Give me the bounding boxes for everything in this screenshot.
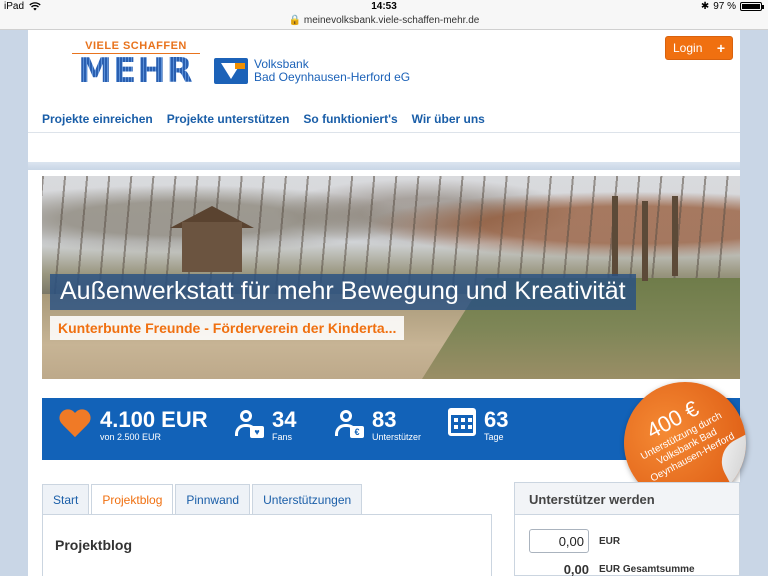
tab-projektblog[interactable]: Projektblog [91,484,174,515]
plus-icon: + [716,40,725,56]
battery-icon [740,2,764,11]
tab-panel: Projektblog [42,514,492,576]
header-shadow [28,162,740,170]
supporters-label: Unterstützer [372,432,422,442]
header-divider [28,132,740,133]
supporter-person-icon: € [334,408,364,438]
stat-days: 63 Tage [448,408,508,443]
heart-icon [58,408,92,440]
supporters-count: 83 [372,407,397,432]
heart-badge-icon: ♥ [250,426,264,438]
login-button[interactable]: Login + [665,36,733,60]
tab-pinnwand[interactable]: Pinnwand [175,484,251,514]
amount-goal: von 2.500 EUR [100,432,162,442]
hero-climbing-frame [612,196,618,276]
days-count: 63 [484,407,509,432]
bluetooth-icon: ✱ [700,1,710,12]
ios-status-bar: iPad 14:53 ✱ 97 % [0,0,768,14]
project-tabs: Start Projektblog Pinnwand Unterstützung… [42,484,364,515]
volksbank-mark-icon [214,58,248,84]
nav-so-funktionierts[interactable]: So funktioniert's [303,112,397,126]
support-total-value: 0,00 [563,562,589,576]
page-frame: VIELE SCHAFFEN MEHR Volksbank Bad Oeynha… [28,30,768,576]
battery-percent: 97 % [713,1,736,12]
support-heading: Unterstützer werden [515,483,739,515]
fan-person-icon: ♥ [234,408,264,438]
support-total-label: EUR Gesamtsumme [599,564,695,575]
euro-badge-icon: € [350,426,364,438]
stat-supporters[interactable]: € 83 Unterstützer [334,408,421,443]
volksbank-name: Volksbank Bad Oeynhausen-Herford eG [254,58,410,84]
nav-wir-ueber-uns[interactable]: Wir über uns [412,112,485,126]
bank-line-2: Bad Oeynhausen-Herford eG [254,70,411,84]
support-amount-row: EUR [529,529,620,553]
support-total-row: 0,00 EUR Gesamtsumme [529,562,695,576]
nav-projekte-unterstuetzen[interactable]: Projekte unterstützen [167,112,290,126]
project-title: Außenwerkstatt für mehr Bewegung und Kre… [50,274,636,310]
calendar-icon [448,408,476,436]
support-amount-input[interactable] [529,529,589,553]
url-text: meinevolksbank.viele-schaffen-mehr.de [303,15,480,26]
project-organization[interactable]: Kunterbunte Freunde - Förderverein der K… [50,316,405,340]
logo-word: MEHR [72,54,200,88]
clock: 14:53 [371,1,397,12]
fans-label: Fans [272,432,293,442]
support-amount-unit: EUR [599,535,621,547]
login-label: Login [673,41,703,55]
status-right: ✱ 97 % [700,1,764,12]
stat-fans[interactable]: ♥ 34 Fans [234,408,296,443]
days-label: Tage [484,432,504,442]
project-hero-image: Außenwerkstatt für mehr Bewegung und Kre… [42,176,740,379]
lock-icon: 🔒 [288,15,302,26]
project-content: Start Projektblog Pinnwand Unterstützung… [42,484,492,576]
address-bar[interactable]: 🔒 meinevolksbank.viele-schaffen-mehr.de [0,14,768,30]
support-widget: Unterstützer werden EUR 0,00 EUR Gesamts… [514,482,740,576]
main-nav: Projekte einreichen Projekte unterstütze… [42,112,485,126]
nav-projekte-einreichen[interactable]: Projekte einreichen [42,112,153,126]
volksbank-logo[interactable]: Volksbank Bad Oeynhausen-Herford eG [214,58,410,84]
tab-start[interactable]: Start [42,484,90,514]
hero-playhouse [182,222,242,272]
site-header: VIELE SCHAFFEN MEHR Volksbank Bad Oeynha… [28,30,740,162]
panel-heading: Projektblog [55,537,133,553]
fans-count: 34 [272,407,297,432]
amount-value: 4.100 EUR [100,407,208,432]
tab-unterstuetzungen[interactable]: Unterstützungen [252,484,363,514]
stat-amount: 4.100 EUR von 2.500 EUR [58,408,208,443]
viele-schaffen-mehr-logo[interactable]: VIELE SCHAFFEN MEHR [72,40,200,88]
